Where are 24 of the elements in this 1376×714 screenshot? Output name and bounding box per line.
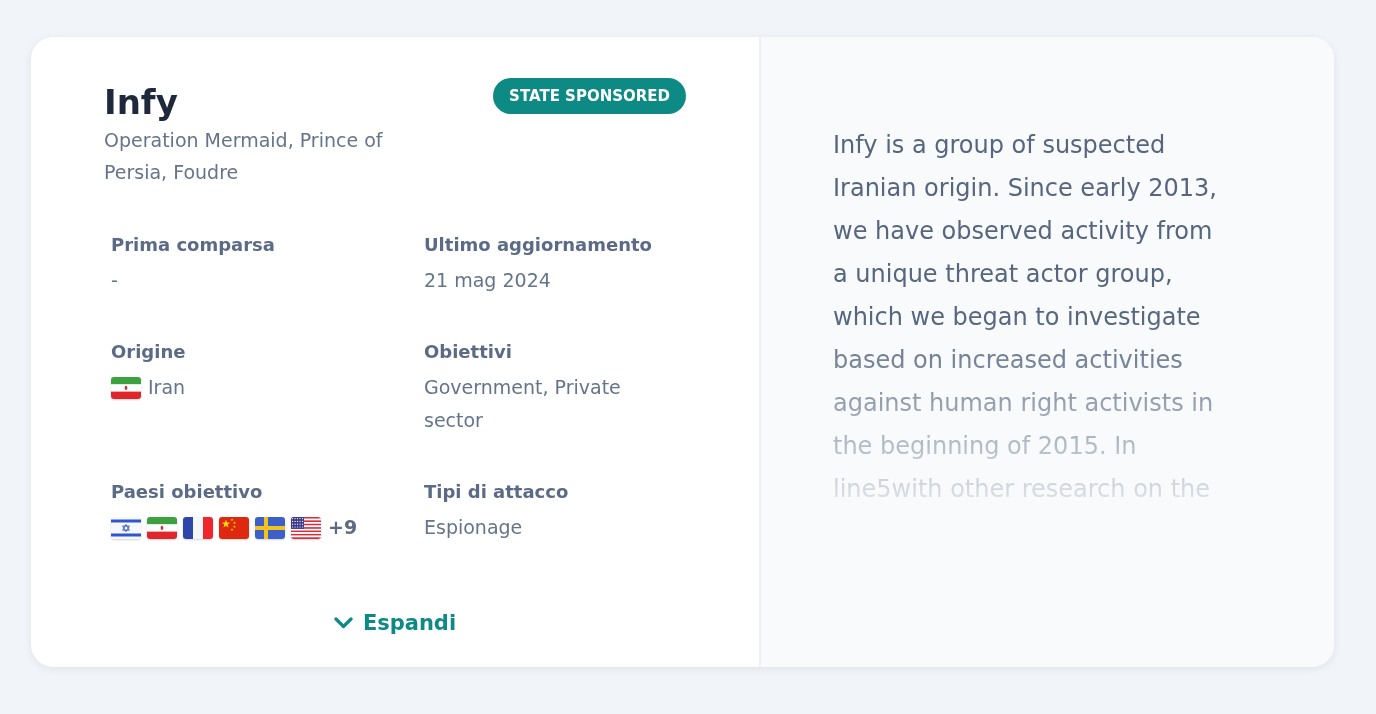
field-value: Espionage	[424, 515, 524, 540]
field-value: 21 mag 2024	[424, 268, 552, 293]
usa-flag-icon	[291, 516, 321, 539]
field-value: -	[111, 268, 119, 293]
china-flag-icon	[219, 516, 249, 539]
iran-flag-icon	[111, 376, 141, 399]
field-value: Iran	[148, 375, 186, 400]
expand-button[interactable]: Espandi	[329, 605, 461, 641]
field-label: Ultimo aggiornamento	[424, 234, 653, 256]
category-badge: STATE SPONSORED	[493, 78, 686, 114]
aliases-text: Operation Mermaid, Prince of Persia, Foudre	[104, 128, 384, 185]
field-value: Government, Private sector	[424, 375, 622, 433]
field-label: Origine	[111, 341, 187, 363]
field-label: Prima comparsa	[111, 234, 276, 256]
field-label: Paesi obiettivo	[111, 481, 264, 503]
israel-flag-icon	[111, 516, 141, 539]
france-flag-icon	[183, 516, 213, 539]
iran-flag-icon	[147, 516, 177, 539]
field-label: Obiettivi	[424, 341, 513, 363]
more-count: +9	[328, 515, 358, 540]
sweden-flag-icon	[255, 516, 285, 539]
field-label: Tipi di attacco	[424, 481, 570, 503]
chevron-down-icon	[333, 617, 353, 629]
actor-name: Infy	[104, 81, 179, 124]
